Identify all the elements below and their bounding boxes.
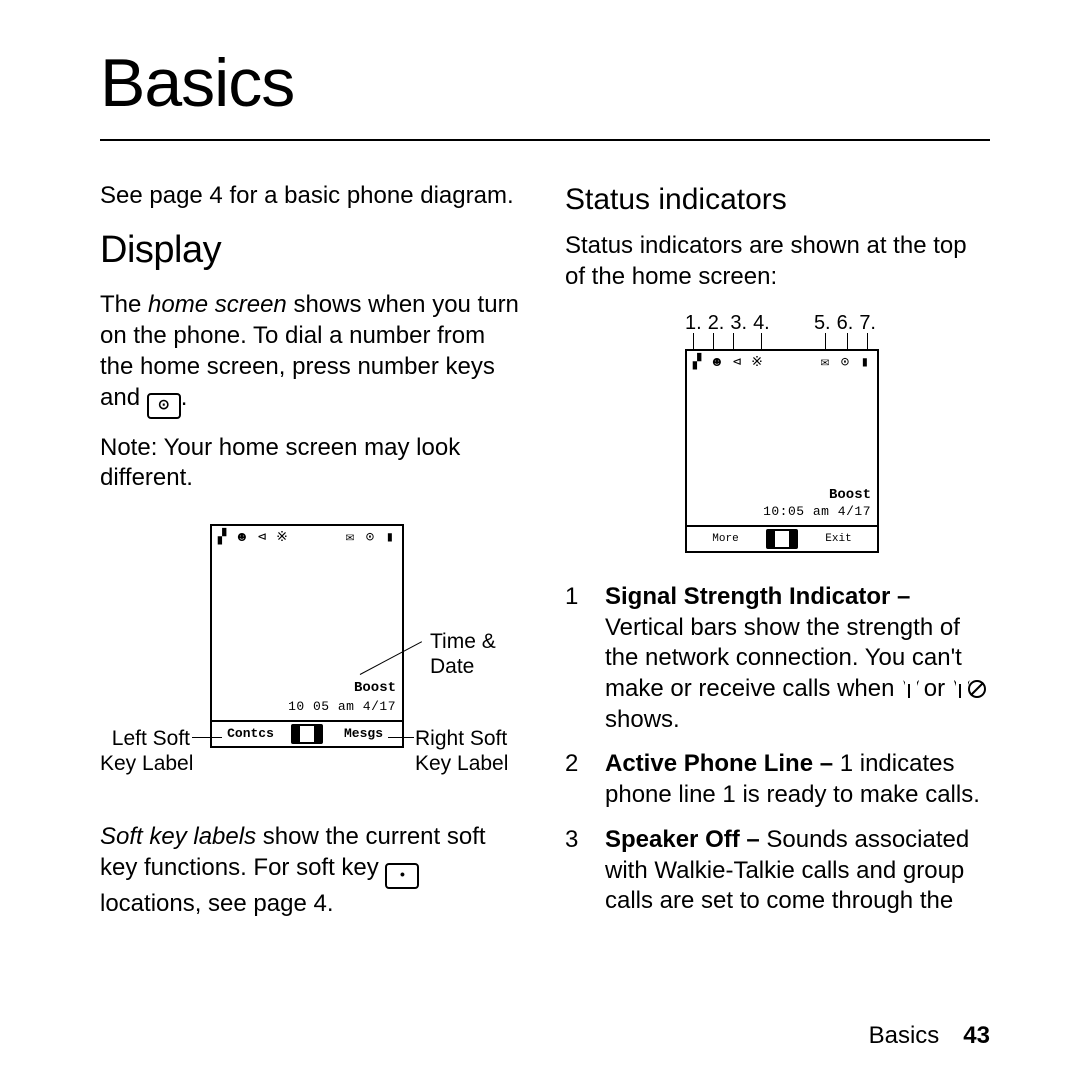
display-paragraph-2: Soft key labels show the current soft ke… <box>100 822 525 919</box>
chapter-title: Basics <box>100 40 990 141</box>
battery-icon: ▮ <box>384 530 398 548</box>
status-bar: ▞ ☻ ⊲ ※ ✉ ⊙ ▮ <box>212 526 402 549</box>
home-screen-diagram: ▞ ☻ ⊲ ※ ✉ ⊙ ▮ Boost 10 05 am 4/17 Contcs <box>100 514 525 804</box>
soft-key-term: Soft key labels <box>100 823 256 850</box>
item-text: Signal Strength Indicator – Vertical bar… <box>605 582 990 736</box>
status-indicator-diagram: 1. 2. 3. 4. 5. 6. 7. <box>565 307 990 572</box>
text: locations, see page 4. <box>100 890 334 917</box>
section-display: Display <box>100 226 525 275</box>
misc-icon: ※ <box>276 530 290 548</box>
status-indicator-list: 1 Signal Strength Indicator – Vertical b… <box>565 582 990 917</box>
message-icon: ✉ <box>819 355 833 373</box>
text: shows. <box>605 706 680 733</box>
key-num: 5. <box>814 311 831 337</box>
page-footer: Basics 43 <box>869 1021 990 1052</box>
item-title: Signal Strength Indicator – <box>605 583 910 610</box>
signal-icon: ▞ <box>691 355 705 373</box>
speaker-icon: ⊲ <box>256 530 270 548</box>
key-num: 2. <box>708 311 725 337</box>
leader-line <box>388 737 414 738</box>
text: The <box>100 291 148 318</box>
display-paragraph-1: The home screen shows when you turn on t… <box>100 290 525 418</box>
speaker-icon: ⊲ <box>731 355 745 373</box>
item-number: 1 <box>565 582 605 736</box>
battery-icon: ▮ <box>859 355 873 373</box>
dot-key-icon: • <box>385 863 419 889</box>
misc-icon: ※ <box>751 355 765 373</box>
right-column: Status indicators Status indicators are … <box>565 181 990 933</box>
item-title: Speaker Off – <box>605 826 760 853</box>
soft-key-bar: Contcs Mesgs <box>212 720 402 746</box>
display-note: Note: Your home screen may look differen… <box>100 433 525 494</box>
status-bar: ▞ ☻ ⊲ ※ ✉ ⊙ ▮ <box>687 351 877 374</box>
signal-icon: ▞ <box>216 530 230 548</box>
text: or <box>917 675 952 702</box>
antenna-icon <box>901 680 917 698</box>
time-date-label: 10 05 am 4/17 <box>288 699 396 716</box>
list-item: 1 Signal Strength Indicator – Vertical b… <box>565 582 990 736</box>
phone-screen: ▞ ☻ ⊲ ※ ✉ ⊙ ▮ Boost 10:05 am 4/17 More <box>685 349 879 553</box>
status-intro: Status indicators are shown at the top o… <box>565 231 990 292</box>
content-columns: See page 4 for a basic phone diagram. Di… <box>100 181 990 933</box>
time-date-label: 10:05 am 4/17 <box>763 504 871 521</box>
callout-left-soft: Left Soft Key Label <box>100 726 190 776</box>
no-signal-icon <box>968 680 986 698</box>
center-softkey-icon <box>766 529 798 549</box>
carrier-label: Boost <box>829 487 871 505</box>
left-column: See page 4 for a basic phone diagram. Di… <box>100 181 525 933</box>
callout-time-date: Time & Date <box>430 629 496 679</box>
left-softkey-label: Contcs <box>212 726 289 743</box>
right-softkey-label: Exit <box>800 532 877 546</box>
callout-right-soft: Right Soft Key Label <box>415 726 508 776</box>
ok-key-icon: ⊙ <box>147 393 181 419</box>
soft-key-bar: More Exit <box>687 525 877 551</box>
item-number: 2 <box>565 749 605 810</box>
list-item: 2 Active Phone Line – 1 indicates phone … <box>565 749 990 810</box>
item-number: 3 <box>565 825 605 917</box>
right-softkey-label: Mesgs <box>325 726 402 743</box>
carrier-label: Boost <box>354 680 396 698</box>
clock-icon: ⊙ <box>839 355 853 373</box>
phone-screen: ▞ ☻ ⊲ ※ ✉ ⊙ ▮ Boost 10 05 am 4/17 Contcs <box>210 524 404 748</box>
footer-section: Basics <box>869 1022 940 1049</box>
item-text: Speaker Off – Sounds associated with Wal… <box>605 825 990 917</box>
subsection-status-indicators: Status indicators <box>565 181 990 219</box>
item-title: Active Phone Line – <box>605 750 833 777</box>
leader-line <box>192 737 222 738</box>
line-icon: ☻ <box>236 530 250 548</box>
message-icon: ✉ <box>344 530 358 548</box>
clock-icon: ⊙ <box>364 530 378 548</box>
intro-line: See page 4 for a basic phone diagram. <box>100 181 525 212</box>
item-text: Active Phone Line – 1 indicates phone li… <box>605 749 990 810</box>
text: . <box>181 384 188 411</box>
key-num: 6. <box>837 311 854 337</box>
line-icon: ☻ <box>711 355 725 373</box>
footer-page-number: 43 <box>963 1022 990 1049</box>
center-softkey-icon <box>291 724 323 744</box>
list-item: 3 Speaker Off – Sounds associated with W… <box>565 825 990 917</box>
left-softkey-label: More <box>687 532 764 546</box>
home-screen-term: home screen <box>148 291 287 318</box>
antenna-icon <box>952 680 968 698</box>
